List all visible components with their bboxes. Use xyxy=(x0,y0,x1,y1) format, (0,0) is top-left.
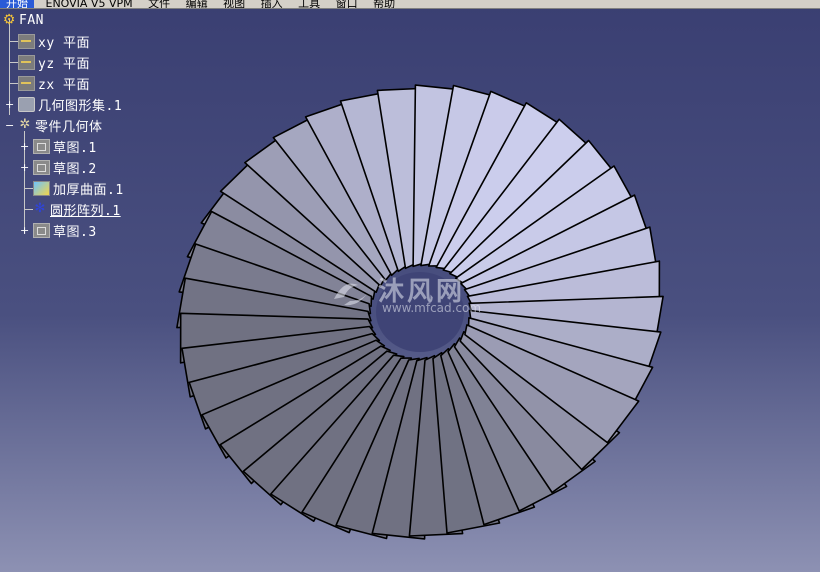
menu-item-tools[interactable]: 工具 xyxy=(298,0,320,8)
tree-node-root[interactable]: ⚙ FAN xyxy=(2,11,44,29)
tree-label-part-body[interactable]: 零件几何体 xyxy=(35,116,103,135)
expand-icon[interactable]: + xyxy=(20,162,29,173)
tree-label-thick-surface[interactable]: 加厚曲面.1 xyxy=(53,179,124,198)
tree-node-yz-plane[interactable]: yz 平面 xyxy=(18,53,90,72)
menu-item-view[interactable]: 视图 xyxy=(223,0,245,8)
tree-connector xyxy=(9,41,18,42)
tree-label-zx-plane[interactable]: zx 平面 xyxy=(38,74,90,93)
part-body-icon: ✲ xyxy=(19,117,31,132)
sketch-icon xyxy=(33,138,50,154)
menu-item-help[interactable]: 帮助 xyxy=(373,0,395,8)
watermark-url: www.mfcad.com xyxy=(382,301,482,315)
tree-node-sketch2[interactable]: 草图.2 xyxy=(33,158,97,177)
watermark: 沐风网 www.mfcad.com xyxy=(330,271,500,317)
menu-item-enovia[interactable]: ENOVIA V5 VPM xyxy=(46,0,133,8)
tree-node-geometrical-set[interactable]: 几何图形集.1 xyxy=(18,95,122,114)
tree-label-sketch2[interactable]: 草图.2 xyxy=(53,158,97,177)
sketch-icon xyxy=(33,159,50,175)
tree-connector xyxy=(9,83,18,84)
watermark-logo-icon xyxy=(334,283,370,306)
geometrical-set-icon xyxy=(18,96,35,112)
tree-node-sketch1[interactable]: 草图.1 xyxy=(33,137,97,156)
menu-item-insert[interactable]: 插入 xyxy=(261,0,283,8)
plane-icon xyxy=(18,54,35,70)
plane-icon xyxy=(18,75,35,91)
menu-bar: 开始 ENOVIA V5 VPM 文件 编辑 视图 插入 工具 窗口 帮助 xyxy=(0,0,820,9)
tree-label-yz-plane[interactable]: yz 平面 xyxy=(38,53,90,72)
tree-connector xyxy=(24,188,33,189)
menu-item-edit[interactable]: 编辑 xyxy=(186,0,208,8)
circular-pattern-icon: ✻ xyxy=(34,201,46,216)
tree-node-zx-plane[interactable]: zx 平面 xyxy=(18,74,90,93)
expand-icon[interactable]: + xyxy=(5,99,14,110)
tree-label-sketch1[interactable]: 草图.1 xyxy=(53,137,97,156)
collapse-icon[interactable]: − xyxy=(5,120,14,131)
tree-label-root[interactable]: FAN xyxy=(19,13,44,28)
tree-label-geometrical-set[interactable]: 几何图形集.1 xyxy=(38,95,122,114)
sketch-icon xyxy=(33,222,50,238)
menu-item-file[interactable]: 文件 xyxy=(148,0,170,8)
thick-surface-icon xyxy=(33,180,50,196)
tree-node-thick-surface[interactable]: 加厚曲面.1 xyxy=(33,179,124,198)
tree-connector xyxy=(9,62,18,63)
menu-item-window[interactable]: 窗口 xyxy=(336,0,358,8)
start-menu-button[interactable]: 开始 xyxy=(0,0,34,8)
expand-icon[interactable]: + xyxy=(20,141,29,152)
expand-icon[interactable]: + xyxy=(20,225,29,236)
tree-node-xy-plane[interactable]: xy 平面 xyxy=(18,32,90,51)
product-root-icon: ⚙ xyxy=(2,12,16,28)
tree-label-sketch3[interactable]: 草图.3 xyxy=(53,221,97,240)
tree-node-sketch3[interactable]: 草图.3 xyxy=(33,221,97,240)
specification-tree: ⚙ FAN xy 平面 yz 平面 zx 平面 + 几何图形集.1 − ✲ 零件… xyxy=(0,9,140,249)
plane-icon xyxy=(18,33,35,49)
tree-node-part-body[interactable]: ✲ 零件几何体 xyxy=(18,116,103,135)
tree-node-circular-pattern[interactable]: ✻ 圆形阵列.1 xyxy=(33,200,121,219)
tree-label-xy-plane[interactable]: xy 平面 xyxy=(38,32,90,51)
tree-label-circular-pattern[interactable]: 圆形阵列.1 xyxy=(50,200,121,219)
tree-connector xyxy=(24,209,33,210)
